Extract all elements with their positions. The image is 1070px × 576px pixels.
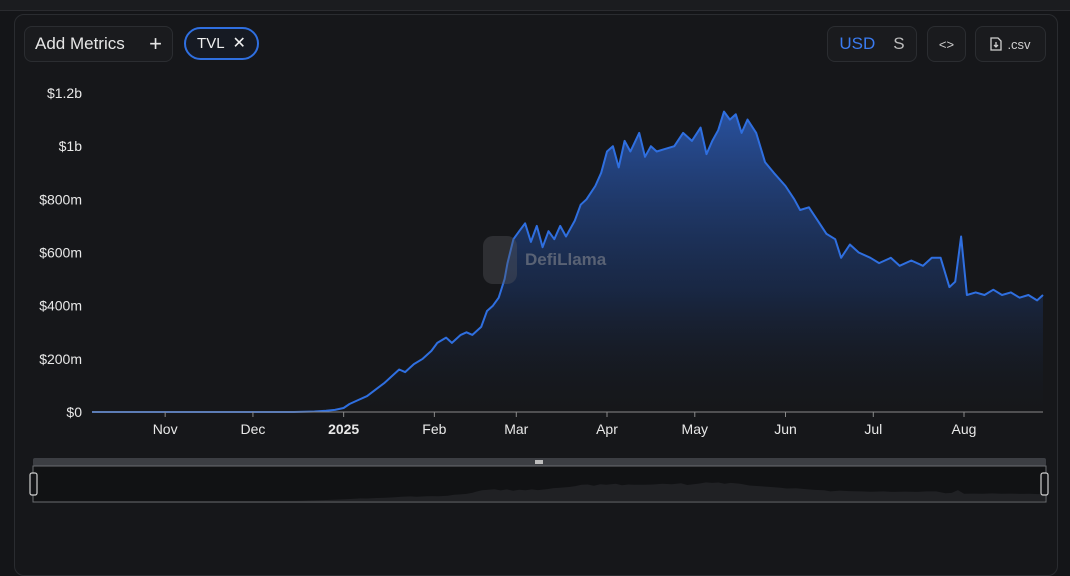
x-tick-label: Dec [240,421,265,437]
range-handle-left[interactable] [29,472,38,496]
x-tick-label: Feb [422,421,446,437]
y-tick-label: $1.2b [47,85,82,101]
x-tick-label: 2025 [328,421,359,437]
y-axis: $0 $200m $400m $600m $800m $1b $1.2b [39,85,82,420]
x-tick-label: Mar [504,421,528,437]
y-tick-label: $400m [39,298,82,314]
x-tick-label: Aug [952,421,977,437]
x-tick-label: Jul [864,421,882,437]
watermark-text: DefiLlama [525,250,607,269]
x-tick-label: May [682,421,708,437]
x-tick-label: Apr [596,421,618,437]
y-tick-label: $600m [39,245,82,261]
x-tick-label: Nov [153,421,178,437]
range-navigator-grip[interactable] [535,460,543,464]
range-handle-right[interactable] [1040,472,1049,496]
y-tick-label: $200m [39,351,82,367]
watermark: DefiLlama [483,236,606,284]
y-tick-label: $800m [39,191,82,207]
y-tick-label: $1b [59,138,83,154]
y-tick-label: $0 [66,404,82,420]
x-tick-label: Jun [774,421,797,437]
defillama-logo-icon [483,236,517,284]
x-axis: Nov Dec 2025 Feb Mar Apr May Jun Jul Aug [153,412,977,437]
